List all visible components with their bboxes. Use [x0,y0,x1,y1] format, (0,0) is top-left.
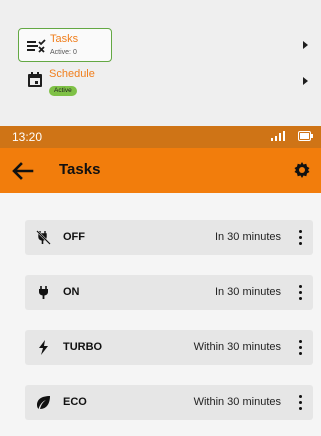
task-list: OFF In 30 minutes ON In 30 minutes TURBO… [0,193,321,436]
task-label: TURBO [63,341,103,353]
status-bar: 13:20 [0,126,321,148]
task-card-on[interactable]: ON In 30 minutes [25,275,313,310]
task-card-eco[interactable]: ECO Within 30 minutes [25,385,313,420]
menu-item-tasks-subtitle: Active: 0 [50,49,77,56]
battery-icon [298,131,313,141]
page-title: Tasks [59,161,101,178]
task-time: In 30 minutes [214,286,281,298]
more-vertical-icon[interactable] [298,283,304,303]
task-time: Within 30 minutes [193,341,281,353]
task-card-off[interactable]: OFF In 30 minutes [25,220,313,255]
tasks-selection-box: Tasks Active: 0 [18,28,112,62]
chevron-right-icon [303,41,308,49]
task-label: ECO [63,396,87,408]
more-vertical-icon[interactable] [298,338,304,358]
feature-menu: Tasks Active: 0 Schedule Active [0,0,321,126]
app-bar: Tasks [0,148,321,193]
gear-icon[interactable] [292,160,312,180]
plug-icon [39,286,48,299]
chevron-right-icon [303,77,308,85]
signal-icon [271,131,285,141]
tasks-list-icon [27,39,46,53]
schedule-active-badge: Active [49,86,77,96]
menu-item-schedule[interactable]: Schedule Active [18,68,308,104]
menu-item-tasks-title: Tasks [50,33,79,45]
more-vertical-icon[interactable] [298,228,304,248]
task-label: OFF [63,231,85,243]
more-vertical-icon[interactable] [298,393,304,413]
plug-off-icon [36,230,51,245]
task-label: ON [63,286,80,298]
status-time: 13:20 [12,130,43,144]
task-time: In 30 minutes [214,231,281,243]
menu-item-schedule-title: Schedule [49,68,95,80]
back-arrow-icon[interactable] [10,159,34,183]
lightning-icon [39,340,48,355]
task-time: Within 30 minutes [193,396,281,408]
menu-item-tasks[interactable]: Tasks Active: 0 [18,28,308,64]
leaf-icon [37,396,50,409]
task-card-turbo[interactable]: TURBO Within 30 minutes [25,330,313,365]
calendar-icon [28,72,42,87]
